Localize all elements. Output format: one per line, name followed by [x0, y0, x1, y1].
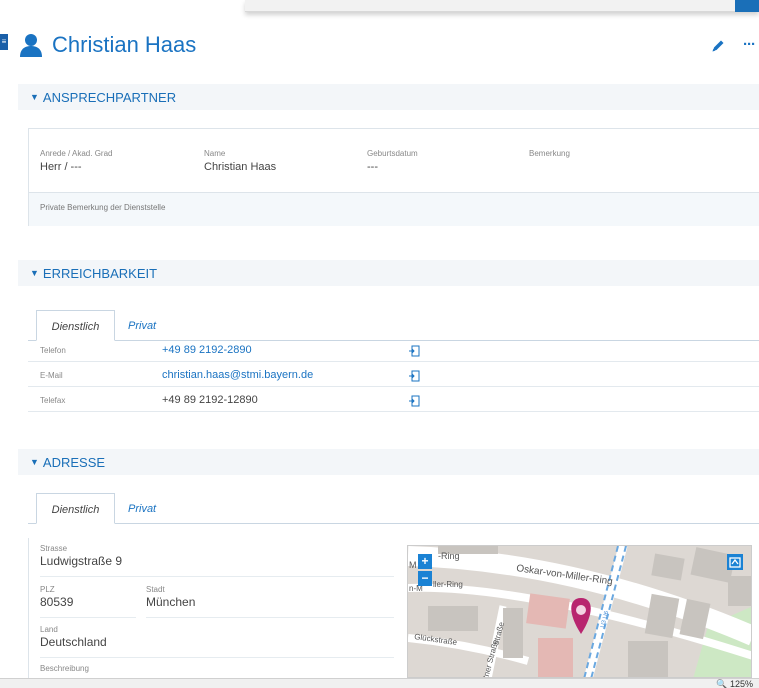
field-label: Strasse — [40, 544, 68, 553]
section-header-ansprechpartner[interactable]: ▼ ANSPRECHPARTNER — [18, 84, 759, 110]
street-label: M — [409, 560, 417, 570]
tab-privat[interactable]: Privat — [128, 493, 156, 524]
field-geburtsdatum: Geburtsdatum --- — [367, 149, 418, 173]
field-value: Christian Haas — [204, 161, 277, 173]
field-strasse: Strasse Ludwigstraße 9 — [40, 544, 394, 577]
contact-row-email: E-Mail christian.haas@stmi.bayern.de — [28, 367, 759, 387]
transfer-icon[interactable] — [408, 370, 420, 382]
contact-label: Telefon — [40, 346, 66, 355]
field-label: Bemerkung — [529, 149, 570, 158]
section-header-erreichbarkeit[interactable]: ▼ ERREICHBARKEIT — [18, 260, 759, 286]
map-fullscreen-icon[interactable] — [727, 554, 743, 570]
field-label: Geburtsdatum — [367, 149, 418, 158]
adresse-tabs: Dienstlich Privat — [28, 493, 759, 524]
transfer-icon[interactable] — [408, 395, 420, 407]
field-label: Anrede / Akad. Grad — [40, 149, 113, 158]
field-label: Name — [204, 149, 226, 158]
contact-row-telefon: Telefon +49 89 2192-2890 — [28, 342, 759, 362]
erreichbarkeit-tabs: Dienstlich Privat — [28, 310, 759, 341]
field-value: 80539 — [40, 595, 74, 609]
contact-label: E-Mail — [40, 371, 63, 380]
pencil-icon[interactable] — [710, 38, 726, 54]
field-value: Herr / --- — [40, 161, 82, 173]
page-title: Christian Haas — [52, 32, 197, 57]
field-anrede: Anrede / Akad. Grad Herr / --- — [40, 149, 113, 173]
collapse-triangle-icon: ▼ — [30, 268, 39, 278]
top-overlay-button[interactable] — [735, 0, 759, 12]
section-title: ADRESSE — [42, 454, 106, 470]
fax-value: +49 89 2192-12890 — [162, 394, 258, 406]
sidebar-toggle[interactable]: ≡ — [0, 34, 8, 50]
section-title: ANSPRECHPARTNER — [42, 89, 177, 105]
status-bar: 🔍 125% — [0, 678, 759, 688]
map-canvas[interactable]: Oskar-von-Miller-Ring M -Ring n-M ller-R… — [408, 546, 752, 678]
section-title: ERREICHBARKEIT — [42, 265, 158, 281]
zoom-level[interactable]: 🔍 125% — [716, 679, 753, 688]
tab-dienstlich[interactable]: Dienstlich — [36, 310, 115, 341]
field-label: Beschreibung — [40, 664, 89, 673]
collapse-triangle-icon: ▼ — [30, 92, 39, 102]
phone-link[interactable]: +49 89 2192-2890 — [162, 344, 252, 356]
zoom-in-button[interactable]: + — [418, 554, 432, 569]
section-header-adresse[interactable]: ▼ ADRESSE — [18, 449, 759, 475]
ansprechpartner-card: Anrede / Akad. Grad Herr / --- Name Chri… — [28, 128, 759, 226]
tab-privat[interactable]: Privat — [128, 310, 156, 341]
collapse-triangle-icon: ▼ — [30, 457, 39, 467]
contact-label: Telefax — [40, 396, 66, 405]
private-note-label: Private Bemerkung der Dienststelle — [29, 193, 759, 226]
field-name: Name Christian Haas — [204, 149, 276, 173]
field-value: Deutschland — [40, 635, 107, 649]
page-header: Christian Haas — [18, 32, 196, 58]
field-beschreibung: Beschreibung — [40, 664, 394, 678]
street-label: -Ring — [438, 551, 460, 561]
field-value: München — [146, 595, 196, 609]
field-plz: PLZ 80539 — [40, 585, 136, 618]
field-land: Land Deutschland — [40, 625, 394, 658]
field-stadt: Stadt München — [146, 585, 394, 618]
field-bemerkung: Bemerkung — [529, 149, 570, 161]
top-overlay-panel — [245, 0, 759, 12]
field-value: Ludwigstraße 9 — [40, 554, 123, 568]
field-value: --- — [367, 161, 378, 173]
more-horizontal-icon[interactable]: ··· — [743, 36, 756, 53]
zoom-value: 125% — [729, 679, 753, 688]
transfer-icon[interactable] — [408, 345, 420, 357]
contact-row-telefax: Telefax +49 89 2192-12890 — [28, 392, 759, 412]
field-label: PLZ — [40, 585, 55, 594]
email-link[interactable]: christian.haas@stmi.bayern.de — [162, 369, 313, 381]
tab-dienstlich[interactable]: Dienstlich — [36, 493, 115, 524]
street-label: ller-Ring — [433, 580, 463, 589]
field-label: Stadt — [146, 585, 165, 594]
address-map[interactable]: Oskar-von-Miller-Ring M -Ring n-M ller-R… — [407, 545, 752, 678]
field-label: Land — [40, 625, 58, 634]
zoom-out-button[interactable]: − — [418, 571, 432, 586]
person-icon — [20, 34, 42, 57]
